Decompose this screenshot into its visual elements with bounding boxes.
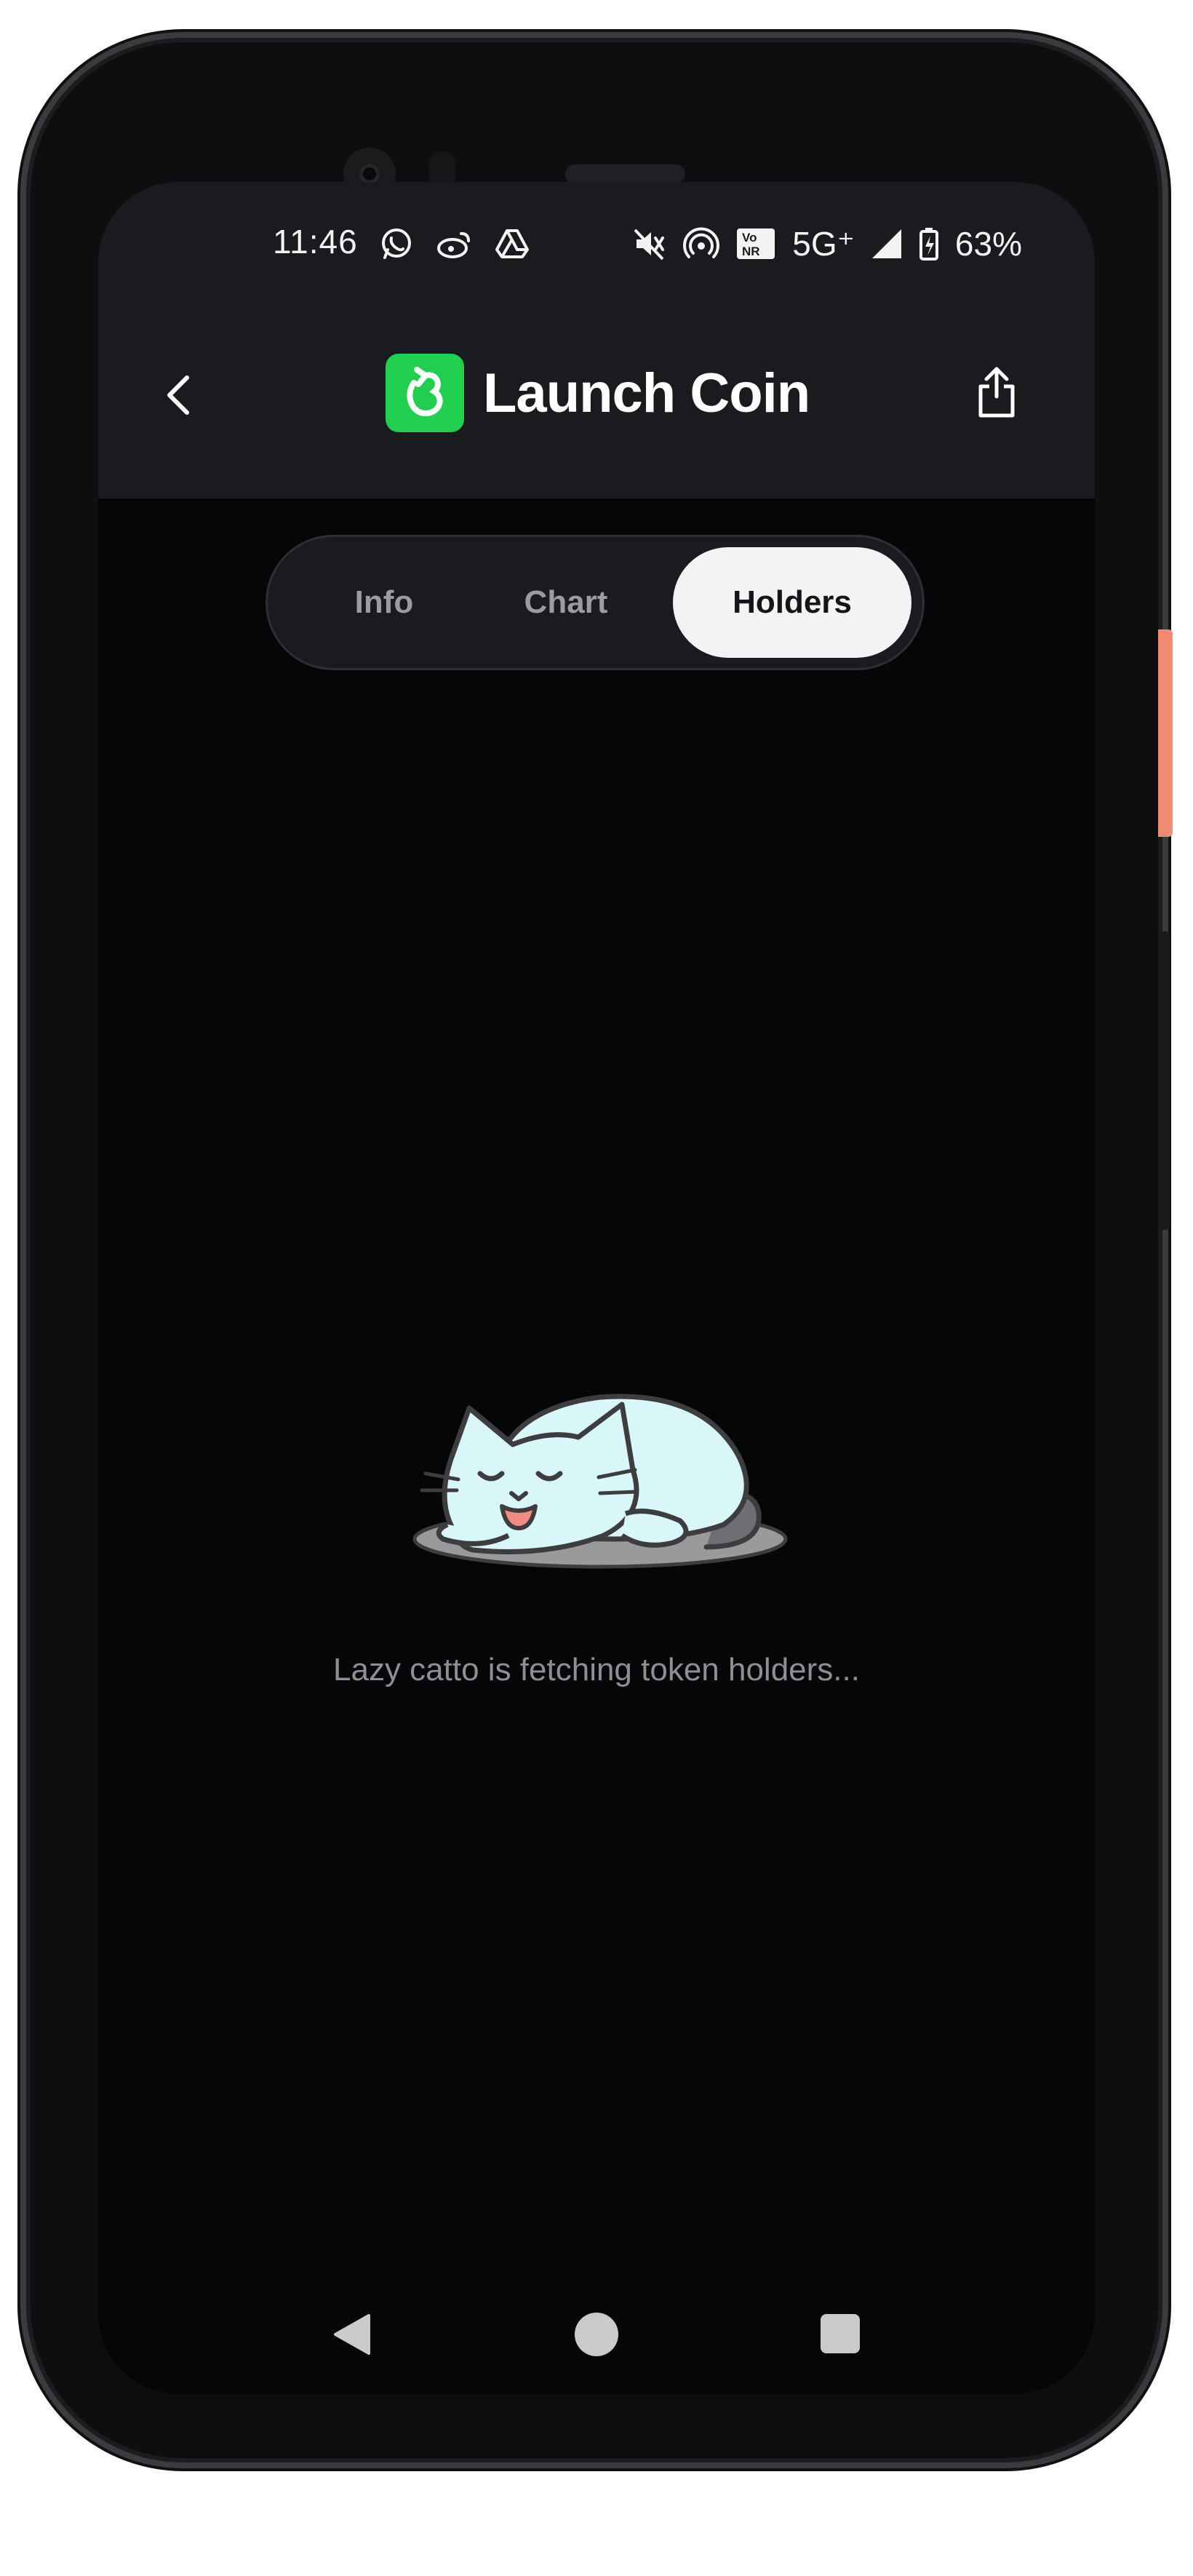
- weibo-icon: [435, 228, 474, 260]
- app-header: Launch Coin: [98, 349, 1095, 444]
- tab-chart[interactable]: Chart: [486, 547, 646, 658]
- vonr-icon: Vo NR: [735, 227, 776, 261]
- screen: 11:46 Vo NR 5G⁺ 63% Launch Coin Info Cha…: [98, 182, 1095, 2394]
- earpiece-speaker: [565, 164, 685, 183]
- tab-info[interactable]: Info: [311, 547, 457, 658]
- share-button[interactable]: [964, 361, 1029, 426]
- empty-state-message: Lazy catto is fetching token holders...: [333, 1652, 860, 1687]
- back-button[interactable]: [149, 367, 207, 426]
- status-time: 11:46: [273, 223, 358, 261]
- nav-back-icon[interactable]: [331, 2313, 372, 2360]
- power-button: [1158, 629, 1173, 837]
- share-icon: [975, 365, 1018, 424]
- battery-charging-icon: [919, 227, 939, 261]
- nav-home-icon[interactable]: [575, 2313, 618, 2356]
- svg-text:NR: NR: [742, 245, 760, 258]
- hotspot-icon: [683, 226, 720, 262]
- launch-coin-logo: [386, 354, 464, 432]
- sleeping-cat-illustration: [382, 1353, 818, 1572]
- status-bar: 11:46 Vo NR 5G⁺ 63%: [98, 222, 1095, 266]
- volume-button: [1158, 931, 1170, 1230]
- page-title: Launch Coin: [483, 362, 810, 424]
- svg-text:Vo: Vo: [742, 231, 757, 245]
- nav-recents-icon[interactable]: [821, 2314, 860, 2353]
- drive-icon: [495, 228, 530, 260]
- segmented-tab-control: Info Chart Holders: [268, 537, 922, 668]
- mute-icon: [631, 226, 667, 262]
- tab-holders[interactable]: Holders: [673, 547, 911, 658]
- battery-percentage: 63%: [954, 225, 1022, 263]
- network-type-label: 5G⁺: [792, 225, 855, 263]
- whatsapp-icon: [378, 226, 415, 262]
- signal-icon: [871, 228, 903, 260]
- chevron-left-icon: [162, 373, 194, 421]
- system-navigation-bar: [98, 2292, 1095, 2380]
